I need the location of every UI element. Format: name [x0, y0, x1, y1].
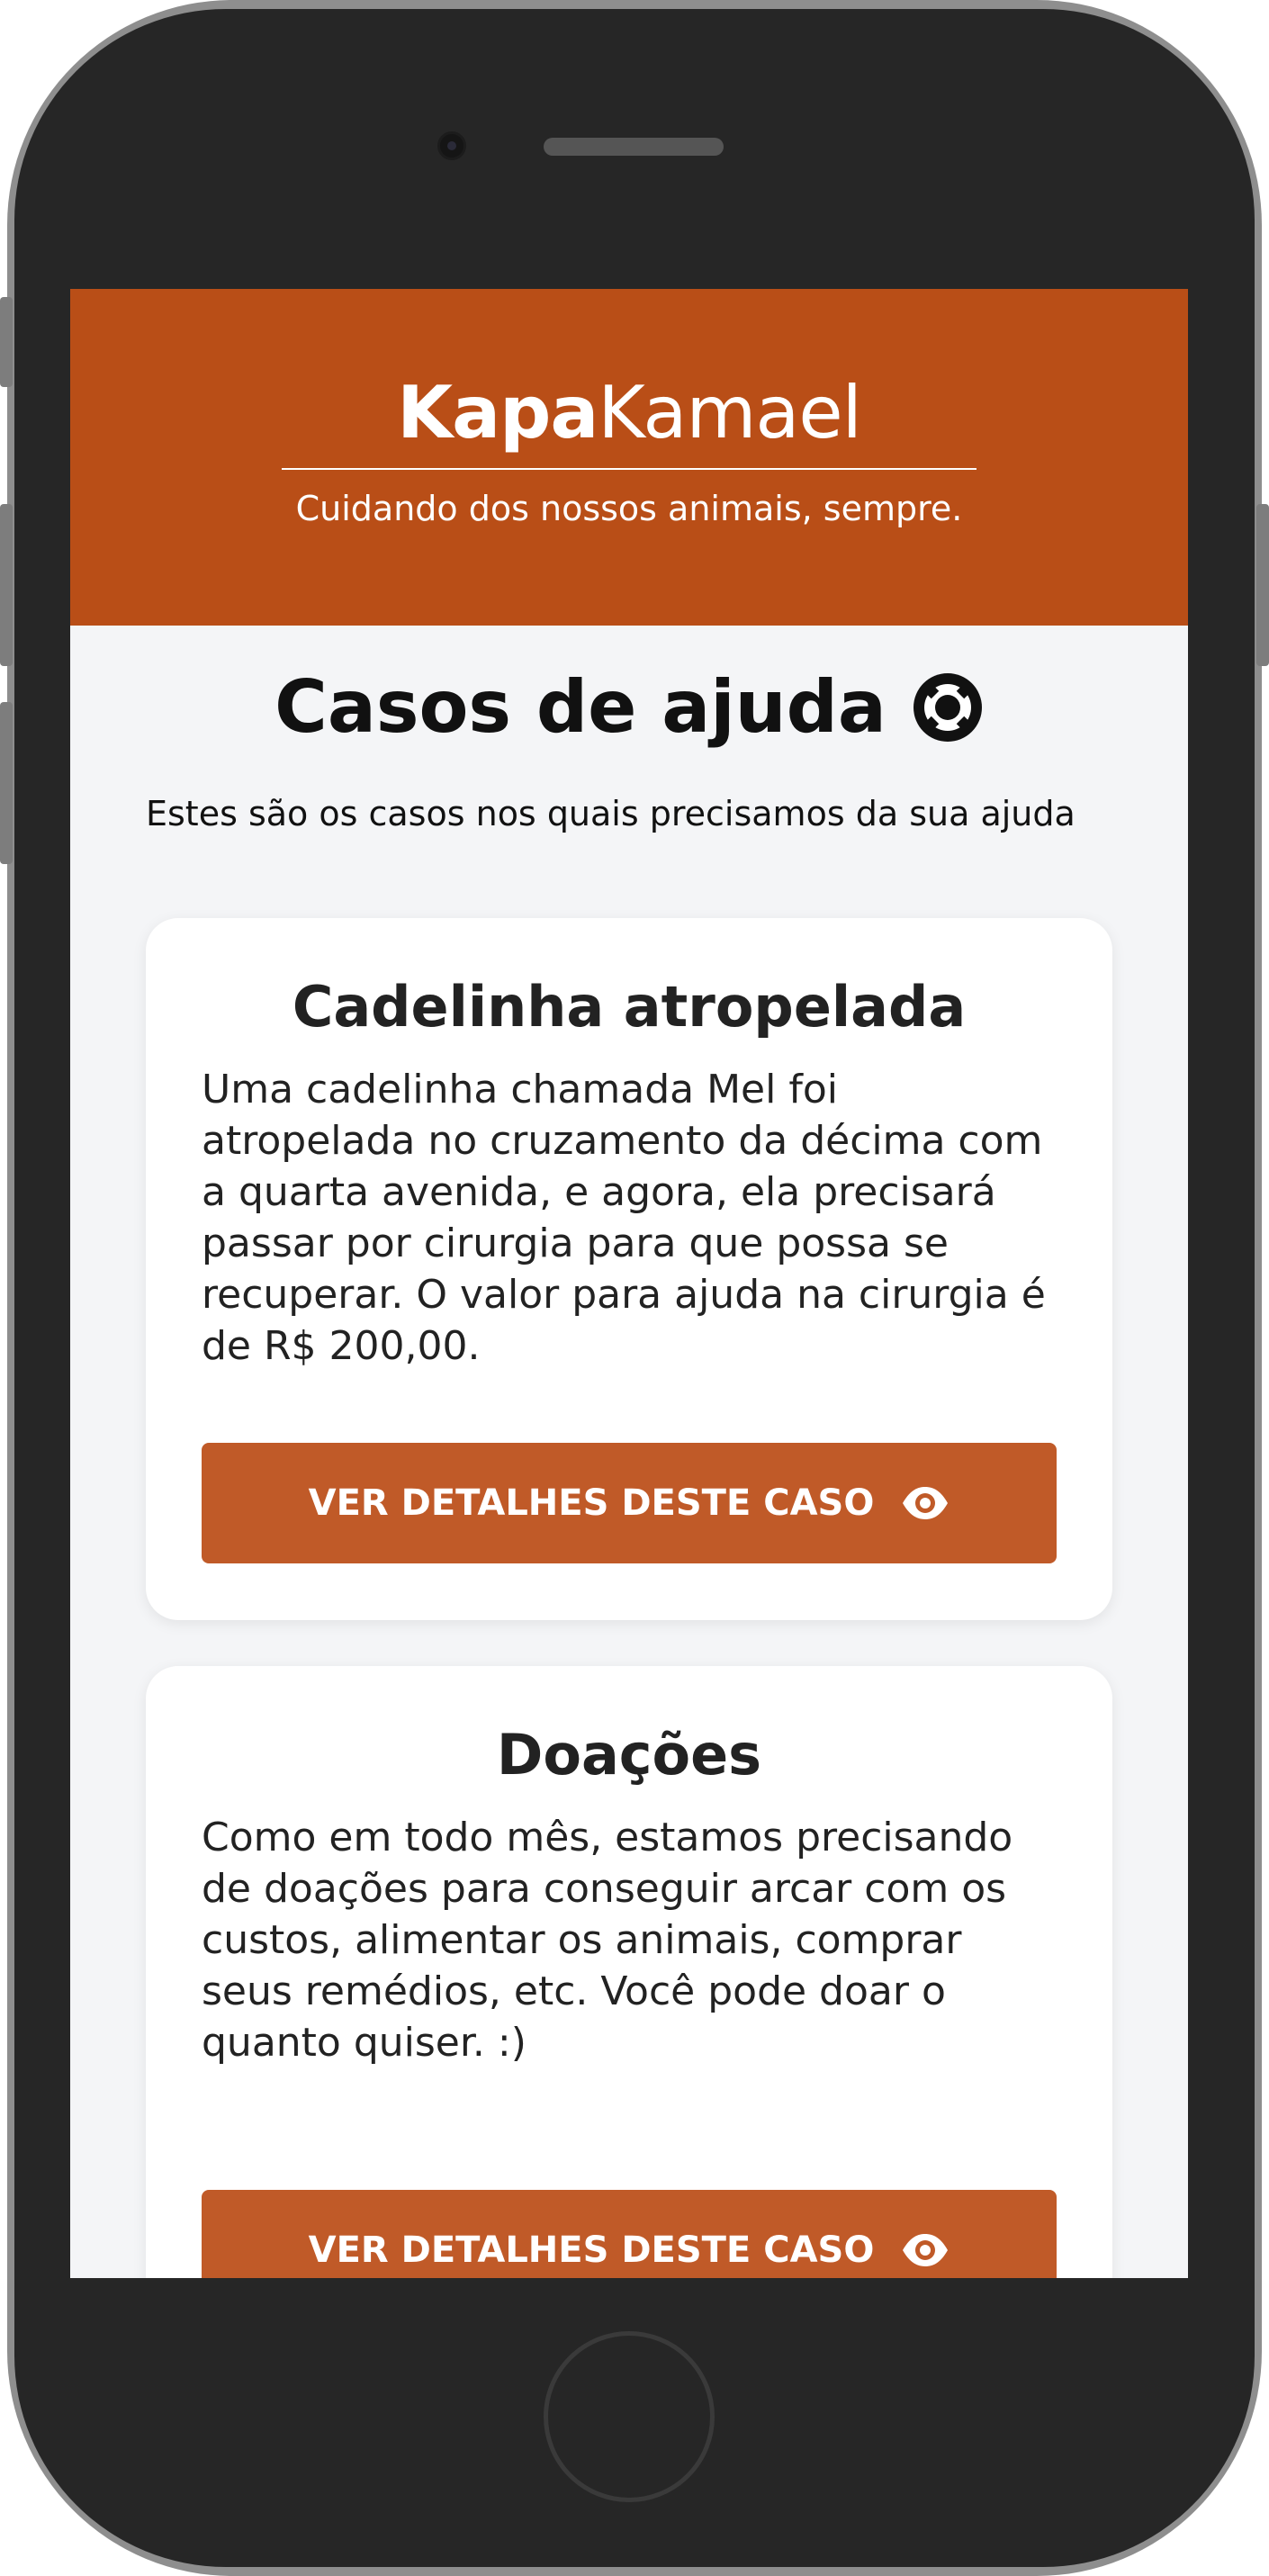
phone-screen: KapaKamael Cuidando dos nossos animais, …	[70, 289, 1188, 2278]
front-camera	[437, 131, 466, 160]
logo-bold: Kapa	[397, 371, 598, 455]
case-title: Doações	[496, 1722, 762, 1788]
logo[interactable]: KapaKamael	[70, 289, 1188, 454]
header-divider	[282, 468, 976, 470]
lifebuoy-icon	[912, 671, 984, 743]
home-button[interactable]	[544, 2331, 715, 2502]
case-title: Cadelinha atropelada	[292, 974, 967, 1040]
volume-up-button	[0, 504, 13, 666]
page-title-text: Casos de ajuda	[274, 665, 886, 749]
view-case-details-button[interactable]: VER DETALHES DESTE CASO	[202, 1443, 1057, 1563]
page-title: Casos de ajuda	[70, 667, 1188, 748]
intro-text: Estes são os casos nos quais precisamos …	[146, 794, 1076, 833]
view-case-details-button[interactable]: VER DETALHES DESTE CASO	[202, 2190, 1057, 2278]
mute-switch	[0, 297, 13, 387]
volume-down-button	[0, 702, 13, 864]
case-card: Doações Como em todo mês, estamos precis…	[146, 1666, 1112, 2278]
eye-icon	[901, 1485, 950, 1521]
case-description: Como em todo mês, estamos precisando de …	[202, 1815, 1013, 2066]
power-button	[1256, 504, 1269, 666]
button-label: VER DETALHES DESTE CASO	[308, 2229, 875, 2271]
tagline: Cuidando dos nossos animais, sempre.	[295, 489, 963, 528]
site-header: KapaKamael Cuidando dos nossos animais, …	[70, 289, 1188, 626]
case-description: Uma cadelinha chamada Mel foi atropelada…	[202, 1067, 1046, 1369]
case-card: Cadelinha atropelada Uma cadelinha chama…	[146, 918, 1112, 1620]
button-label: VER DETALHES DESTE CASO	[308, 1482, 875, 1524]
earpiece-speaker	[544, 138, 724, 156]
logo-light: Kamael	[598, 371, 861, 455]
eye-icon	[901, 2232, 950, 2268]
